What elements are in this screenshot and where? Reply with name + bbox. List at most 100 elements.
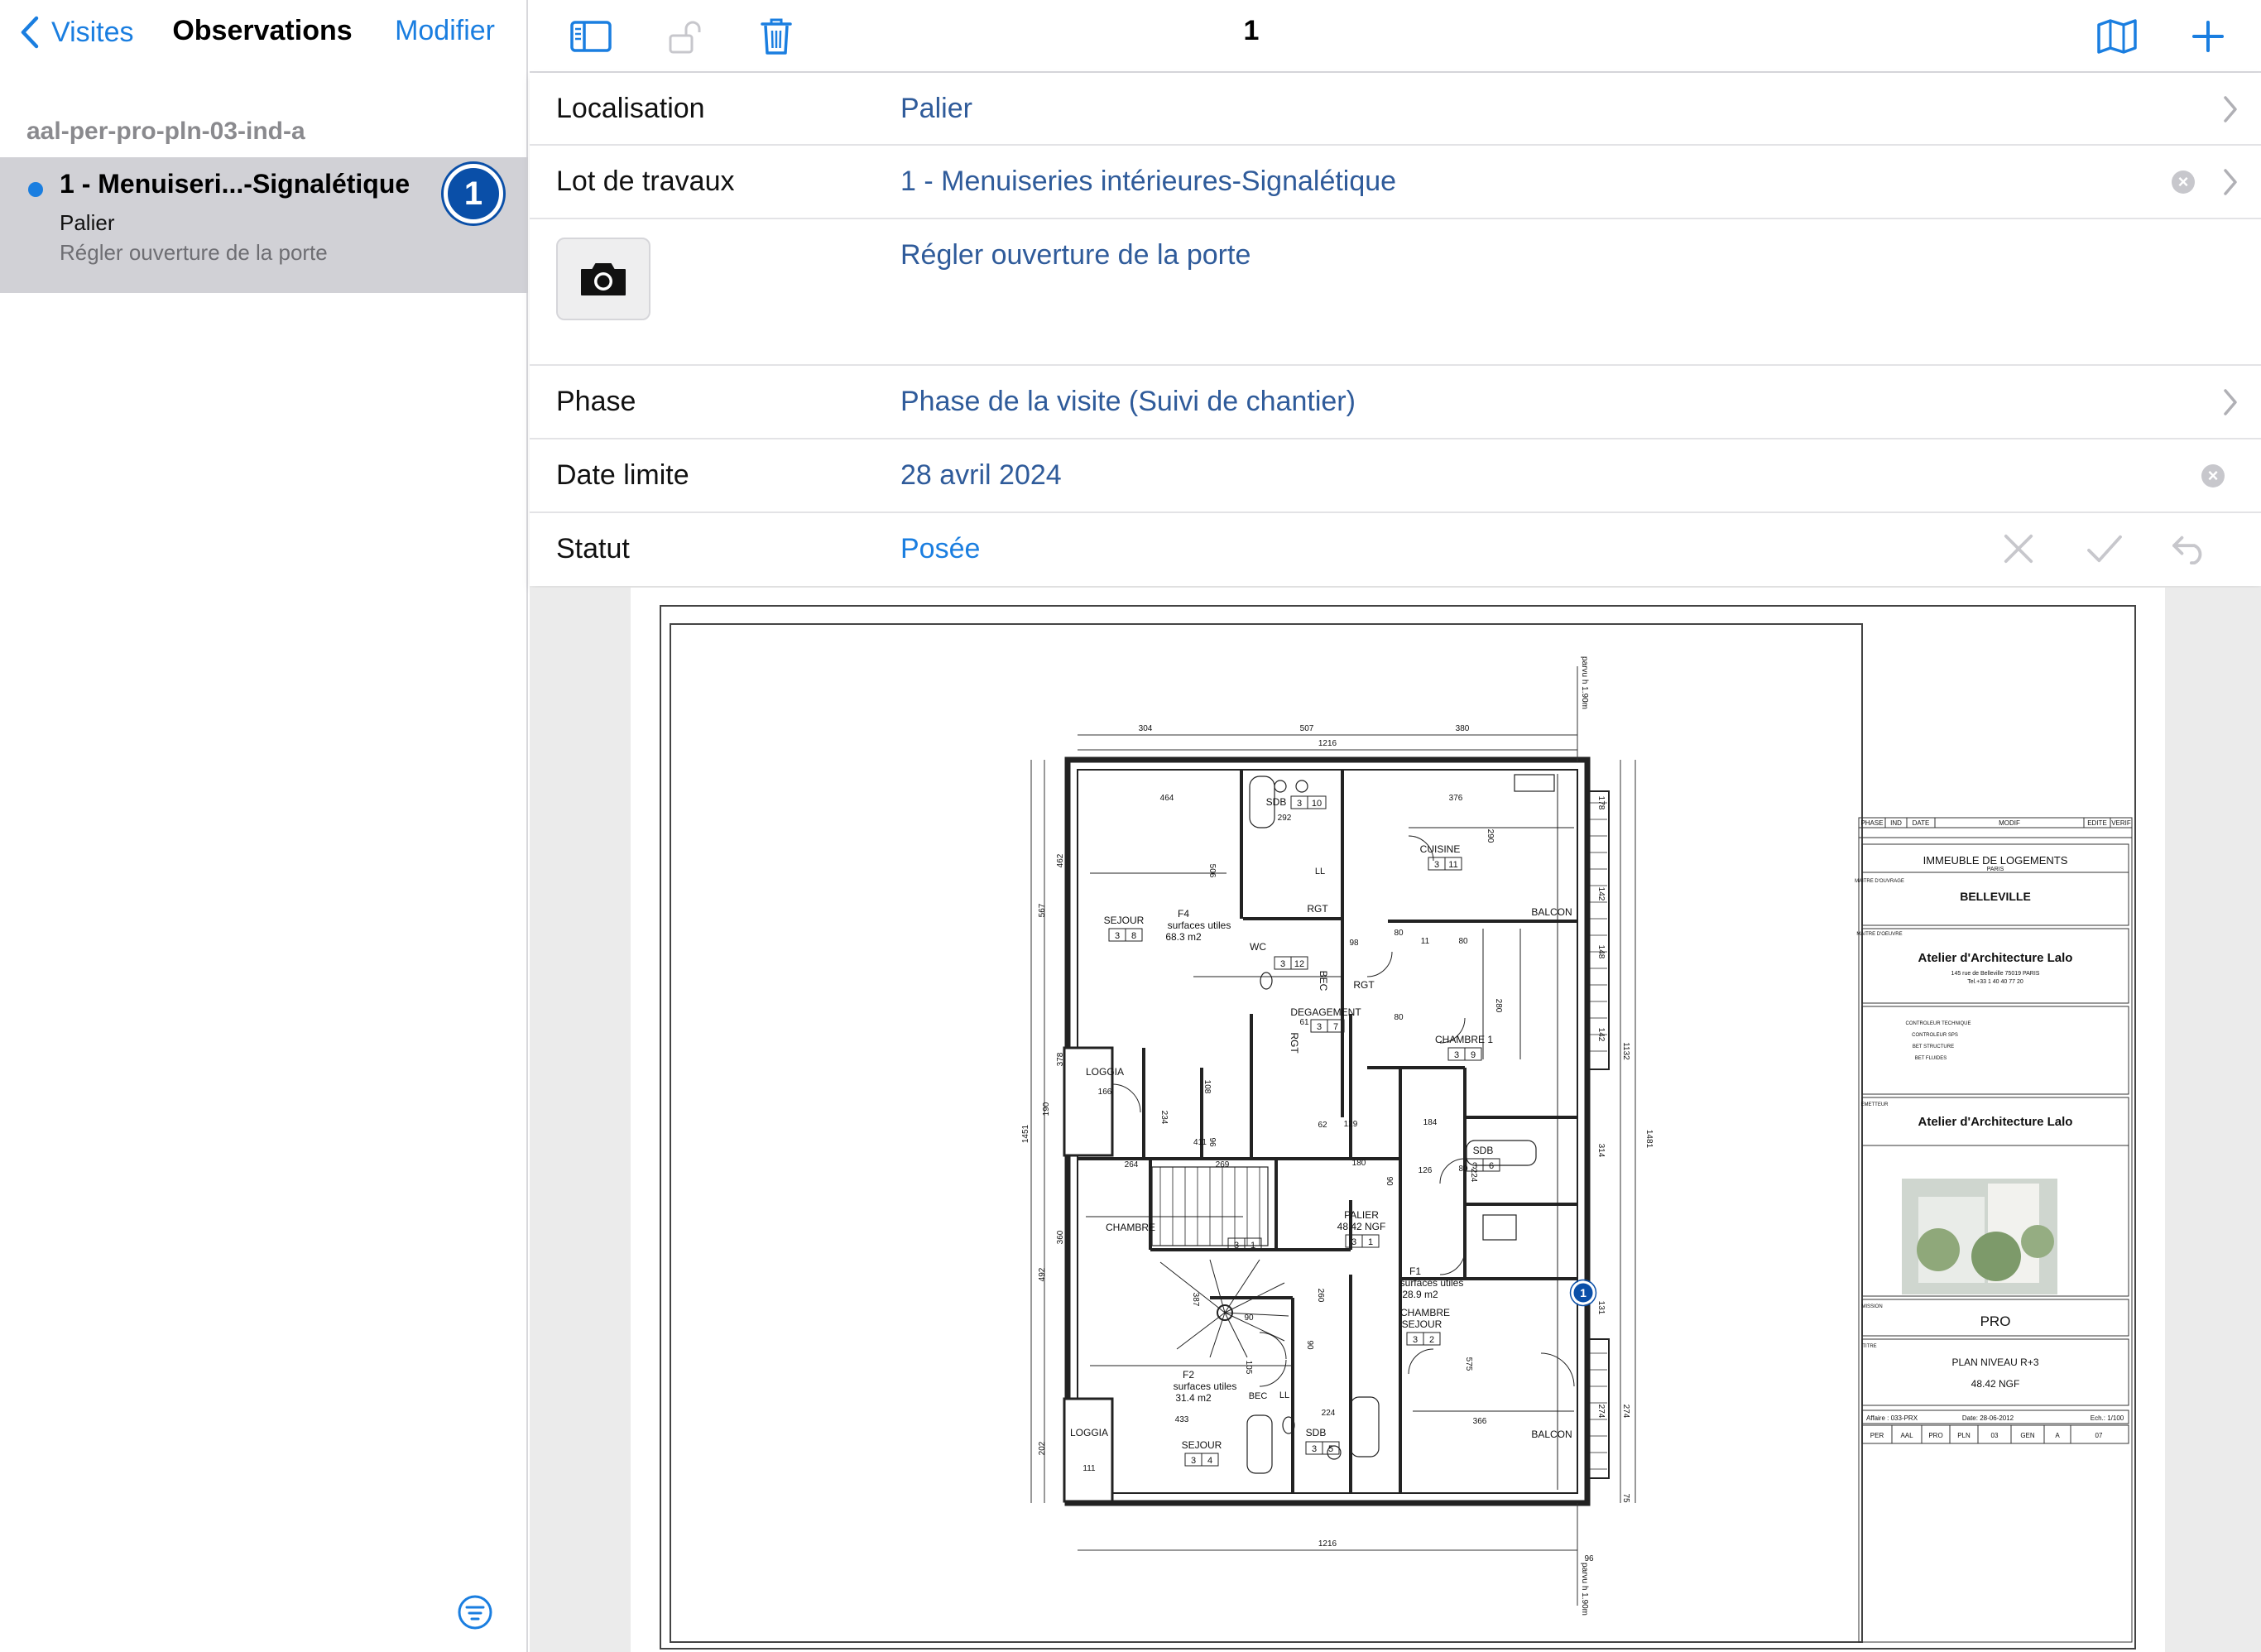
lot-row[interactable]: Lot de travaux 1 - Menuiseries intérieur… xyxy=(530,146,2261,219)
plan-label: CUISINE xyxy=(1420,843,1461,855)
plan-label: PER xyxy=(1870,1432,1884,1439)
plan-label: surfaces utiles xyxy=(1400,1277,1464,1289)
plan-label: 80 xyxy=(1394,1013,1404,1022)
plan-label: RGT xyxy=(1353,979,1375,991)
plan-label: MODIF xyxy=(1999,819,2020,827)
plan-label: 96 xyxy=(1207,1137,1217,1147)
plan-label: 31.4 m2 xyxy=(1175,1392,1212,1404)
parvu-text: parvu h 1.90m xyxy=(1580,1563,1589,1616)
clear-lot-icon[interactable]: × xyxy=(2172,170,2195,194)
edit-button[interactable]: Modifier xyxy=(395,15,495,47)
plan-label: 166 xyxy=(1098,1088,1112,1097)
plan-label: MISSION xyxy=(1861,1304,1882,1309)
plan-label: DEGAGEMENT xyxy=(1290,1006,1361,1018)
plan-label: DATE xyxy=(1913,819,1930,827)
clear-date-icon[interactable]: × xyxy=(2201,464,2225,487)
plan-label: Date: 28-06-2012 xyxy=(1962,1414,2014,1422)
plan-label: RGT xyxy=(1289,1032,1300,1054)
plan-label: 292 xyxy=(1278,814,1292,823)
filter-icon[interactable] xyxy=(457,1594,493,1630)
plan-label: SDB xyxy=(1306,1427,1327,1438)
plan-label: 314 xyxy=(1596,1144,1606,1158)
plan-label: 411 xyxy=(1193,1138,1207,1147)
localisation-label: Localisation xyxy=(556,93,705,124)
plan-label: 360 xyxy=(1056,1230,1065,1244)
reject-icon[interactable] xyxy=(1998,528,2039,569)
plan-label: Atelier d'Architecture Lalo xyxy=(1918,1115,2073,1129)
plan-label: 180 xyxy=(1352,1159,1366,1168)
plan-label: WC xyxy=(1250,941,1266,953)
plan-label: F1 xyxy=(1409,1265,1421,1277)
floor-plan-drawing[interactable]: 304 507 380 1216 1216 96 parvu h 1.90m p… xyxy=(631,588,2165,1652)
plan-label: 3 xyxy=(1297,799,1302,809)
validate-icon[interactable] xyxy=(2084,528,2125,569)
plan-label: 1 xyxy=(1251,1241,1255,1251)
date-row[interactable]: Date limite 28 avril 2024 × xyxy=(530,439,2261,513)
plan-label: 274 xyxy=(1596,1405,1606,1419)
plan-label: 264 xyxy=(1125,1160,1139,1169)
dim-text: 1216 xyxy=(1318,1539,1337,1549)
plan-label: EDITE xyxy=(2087,819,2107,827)
plan-label: CHAMBRE xyxy=(1400,1307,1450,1318)
plan-sheet[interactable]: 304 507 380 1216 1216 96 parvu h 1.90m p… xyxy=(631,588,2165,1652)
plan-label: 3 xyxy=(1351,1237,1356,1247)
map-icon[interactable] xyxy=(2091,10,2143,63)
plan-label: PARIS xyxy=(1987,867,2004,872)
plan-label: BALCON xyxy=(1531,1429,1572,1440)
plan-label: 3 xyxy=(1472,1161,1477,1171)
localisation-value: Palier xyxy=(900,93,972,124)
plan-label: 145 rue de Belleville 75019 PARIS xyxy=(1951,971,2040,977)
plan-label: 90 xyxy=(1385,1176,1394,1186)
plan-label: 366 xyxy=(1473,1417,1487,1426)
plan-label: 62 xyxy=(1318,1121,1327,1130)
description-value[interactable]: Régler ouverture de la porte xyxy=(900,239,1251,271)
plan-label: BEC xyxy=(1249,1391,1268,1401)
camera-button[interactable] xyxy=(556,238,650,320)
dim-text: 1216 xyxy=(1318,739,1337,748)
plan-label: Affaire : 033-PRX xyxy=(1866,1414,1918,1422)
plan-viewer[interactable]: 304 507 380 1216 1216 96 parvu h 1.90m p… xyxy=(530,588,2261,1652)
plus-icon[interactable] xyxy=(2182,10,2235,63)
plan-label: 03 xyxy=(1991,1432,1999,1439)
plan-label: 224 xyxy=(1322,1409,1336,1418)
localisation-row[interactable]: Localisation Palier xyxy=(530,73,2261,146)
plan-label: 387 xyxy=(1191,1293,1200,1307)
observation-marker[interactable]: 1 xyxy=(1569,1279,1597,1307)
plan-label: 378 xyxy=(1056,1052,1065,1066)
plan-label: 492 xyxy=(1038,1267,1047,1281)
plan-group-header: aal-per-pro-pln-03-ind-a xyxy=(26,118,305,145)
plan-label: MAITRE D'OUVRAGE xyxy=(1855,879,1904,884)
plan-label: 4 xyxy=(1207,1456,1212,1466)
plan-label: 3 xyxy=(1317,1022,1322,1032)
plan-label: 111 xyxy=(1082,1464,1096,1473)
plan-label: SDB xyxy=(1473,1145,1494,1156)
observation-list-item[interactable]: 1 - Menuiseri...-Signalétique Palier Rég… xyxy=(0,157,528,293)
plan-label: Ech.: 1/100 xyxy=(2091,1414,2124,1422)
plan-label: 11 xyxy=(1448,860,1457,870)
chevron-right-icon xyxy=(2224,389,2237,415)
plan-label: PHASE xyxy=(1860,819,1883,827)
plan-label: BET STRUCTURE xyxy=(1913,1045,1954,1049)
unread-dot xyxy=(28,182,43,197)
plan-label: PRO xyxy=(1928,1432,1942,1439)
plan-label: 90 xyxy=(1244,1313,1254,1323)
plan-label: LOGGIA xyxy=(1086,1066,1124,1078)
plan-label: 11 xyxy=(1421,937,1430,946)
plan-label: CONTROLEUR SPS xyxy=(1912,1033,1958,1038)
status-value[interactable]: Posée xyxy=(900,533,980,565)
plan-label: 61 xyxy=(1299,1018,1309,1027)
plan-label: surfaces utiles xyxy=(1168,920,1231,931)
observation-description: Régler ouverture de la porte xyxy=(60,240,328,265)
plan-label: 48.42 NGF xyxy=(1971,1378,2020,1390)
plan-label: TITRE xyxy=(1862,1344,1876,1349)
plan-label: IMMEUBLE DE LOGEMENTS xyxy=(1923,854,2068,867)
undo-icon[interactable] xyxy=(2168,528,2210,569)
plan-label: 12 xyxy=(1294,959,1304,969)
chevron-right-icon xyxy=(2224,169,2237,195)
sidebar-navbar: Visites Observations Modifier xyxy=(0,0,528,65)
plan-label: CONTROLEUR TECHNIQUE xyxy=(1906,1021,1971,1026)
plan-label: SEJOUR xyxy=(1402,1318,1443,1330)
plan-label: 178 xyxy=(1596,796,1606,810)
plan-label: 108 xyxy=(1203,1080,1212,1094)
phase-row[interactable]: Phase Phase de la visite (Suivi de chant… xyxy=(530,366,2261,439)
